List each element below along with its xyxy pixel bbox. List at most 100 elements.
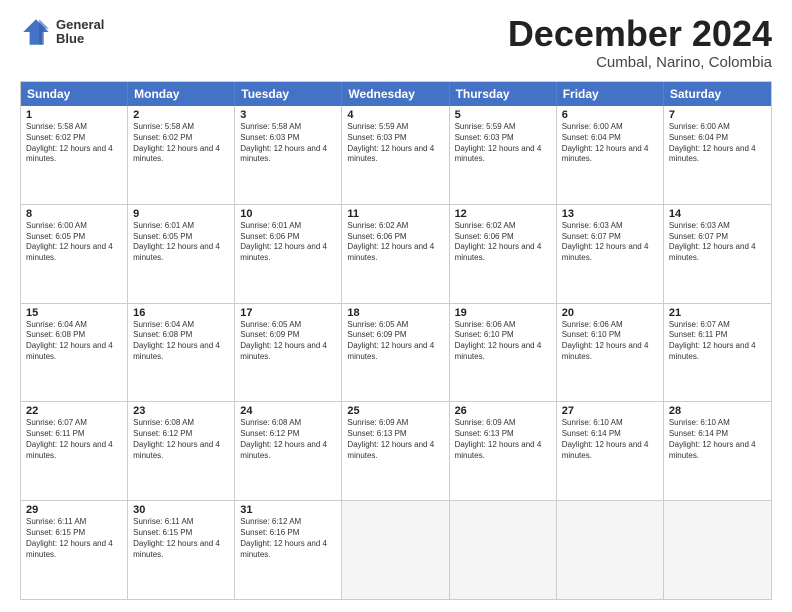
day-number: 8 — [26, 208, 122, 220]
title-block: December 2024 Cumbal, Narino, Colombia — [508, 16, 772, 71]
day-number: 12 — [455, 208, 551, 220]
day-number: 17 — [240, 307, 336, 319]
calendar-cell: 10Sunrise: 6:01 AMSunset: 6:06 PMDayligh… — [235, 205, 342, 303]
cell-info: Sunrise: 5:58 AMSunset: 6:03 PMDaylight:… — [240, 122, 336, 165]
day-number: 27 — [562, 405, 658, 417]
cell-info: Sunrise: 5:59 AMSunset: 6:03 PMDaylight:… — [455, 122, 551, 165]
cell-info: Sunrise: 6:08 AMSunset: 6:12 PMDaylight:… — [240, 418, 336, 461]
calendar-cell: 22Sunrise: 6:07 AMSunset: 6:11 PMDayligh… — [21, 402, 128, 500]
cell-info: Sunrise: 6:02 AMSunset: 6:06 PMDaylight:… — [455, 221, 551, 264]
calendar-row: 22Sunrise: 6:07 AMSunset: 6:11 PMDayligh… — [21, 401, 771, 500]
day-number: 7 — [669, 109, 766, 121]
cell-info: Sunrise: 6:10 AMSunset: 6:14 PMDaylight:… — [562, 418, 658, 461]
logo: General Blue — [20, 16, 104, 48]
weekday-header: Thursday — [450, 82, 557, 106]
calendar-cell: 25Sunrise: 6:09 AMSunset: 6:13 PMDayligh… — [342, 402, 449, 500]
calendar-cell: 2Sunrise: 5:58 AMSunset: 6:02 PMDaylight… — [128, 106, 235, 204]
page: General Blue December 2024 Cumbal, Narin… — [0, 0, 792, 612]
day-number: 16 — [133, 307, 229, 319]
calendar-body: 1Sunrise: 5:58 AMSunset: 6:02 PMDaylight… — [21, 106, 771, 599]
day-number: 5 — [455, 109, 551, 121]
calendar-cell: 28Sunrise: 6:10 AMSunset: 6:14 PMDayligh… — [664, 402, 771, 500]
day-number: 25 — [347, 405, 443, 417]
calendar-cell — [664, 501, 771, 599]
calendar: SundayMondayTuesdayWednesdayThursdayFrid… — [20, 81, 772, 600]
day-number: 20 — [562, 307, 658, 319]
cell-info: Sunrise: 6:04 AMSunset: 6:08 PMDaylight:… — [26, 320, 122, 363]
cell-info: Sunrise: 6:03 AMSunset: 6:07 PMDaylight:… — [562, 221, 658, 264]
calendar-cell — [342, 501, 449, 599]
logo-line2: Blue — [56, 32, 104, 46]
cell-info: Sunrise: 6:09 AMSunset: 6:13 PMDaylight:… — [347, 418, 443, 461]
day-number: 11 — [347, 208, 443, 220]
day-number: 3 — [240, 109, 336, 121]
calendar-cell: 12Sunrise: 6:02 AMSunset: 6:06 PMDayligh… — [450, 205, 557, 303]
cell-info: Sunrise: 6:06 AMSunset: 6:10 PMDaylight:… — [562, 320, 658, 363]
cell-info: Sunrise: 6:01 AMSunset: 6:06 PMDaylight:… — [240, 221, 336, 264]
weekday-header: Friday — [557, 82, 664, 106]
header: General Blue December 2024 Cumbal, Narin… — [20, 16, 772, 71]
calendar-cell: 31Sunrise: 6:12 AMSunset: 6:16 PMDayligh… — [235, 501, 342, 599]
cell-info: Sunrise: 6:03 AMSunset: 6:07 PMDaylight:… — [669, 221, 766, 264]
calendar-cell: 11Sunrise: 6:02 AMSunset: 6:06 PMDayligh… — [342, 205, 449, 303]
calendar-cell: 4Sunrise: 5:59 AMSunset: 6:03 PMDaylight… — [342, 106, 449, 204]
day-number: 22 — [26, 405, 122, 417]
day-number: 15 — [26, 307, 122, 319]
calendar-cell: 20Sunrise: 6:06 AMSunset: 6:10 PMDayligh… — [557, 304, 664, 402]
cell-info: Sunrise: 6:05 AMSunset: 6:09 PMDaylight:… — [240, 320, 336, 363]
day-number: 21 — [669, 307, 766, 319]
weekday-header: Wednesday — [342, 82, 449, 106]
weekday-header: Sunday — [21, 82, 128, 106]
calendar-cell: 9Sunrise: 6:01 AMSunset: 6:05 PMDaylight… — [128, 205, 235, 303]
day-number: 24 — [240, 405, 336, 417]
weekday-header: Tuesday — [235, 82, 342, 106]
calendar-cell: 26Sunrise: 6:09 AMSunset: 6:13 PMDayligh… — [450, 402, 557, 500]
calendar-cell: 29Sunrise: 6:11 AMSunset: 6:15 PMDayligh… — [21, 501, 128, 599]
cell-info: Sunrise: 6:12 AMSunset: 6:16 PMDaylight:… — [240, 517, 336, 560]
cell-info: Sunrise: 6:06 AMSunset: 6:10 PMDaylight:… — [455, 320, 551, 363]
day-number: 18 — [347, 307, 443, 319]
calendar-cell: 27Sunrise: 6:10 AMSunset: 6:14 PMDayligh… — [557, 402, 664, 500]
cell-info: Sunrise: 6:05 AMSunset: 6:09 PMDaylight:… — [347, 320, 443, 363]
logo-text: General Blue — [56, 18, 104, 47]
cell-info: Sunrise: 6:08 AMSunset: 6:12 PMDaylight:… — [133, 418, 229, 461]
calendar-cell: 7Sunrise: 6:00 AMSunset: 6:04 PMDaylight… — [664, 106, 771, 204]
day-number: 13 — [562, 208, 658, 220]
calendar-cell — [450, 501, 557, 599]
day-number: 14 — [669, 208, 766, 220]
cell-info: Sunrise: 6:11 AMSunset: 6:15 PMDaylight:… — [133, 517, 229, 560]
cell-info: Sunrise: 6:04 AMSunset: 6:08 PMDaylight:… — [133, 320, 229, 363]
cell-info: Sunrise: 6:11 AMSunset: 6:15 PMDaylight:… — [26, 517, 122, 560]
logo-line1: General — [56, 18, 104, 32]
calendar-cell — [557, 501, 664, 599]
calendar-header: SundayMondayTuesdayWednesdayThursdayFrid… — [21, 82, 771, 106]
cell-info: Sunrise: 6:01 AMSunset: 6:05 PMDaylight:… — [133, 221, 229, 264]
calendar-cell: 17Sunrise: 6:05 AMSunset: 6:09 PMDayligh… — [235, 304, 342, 402]
cell-info: Sunrise: 6:10 AMSunset: 6:14 PMDaylight:… — [669, 418, 766, 461]
calendar-row: 8Sunrise: 6:00 AMSunset: 6:05 PMDaylight… — [21, 204, 771, 303]
cell-info: Sunrise: 6:00 AMSunset: 6:04 PMDaylight:… — [669, 122, 766, 165]
calendar-cell: 8Sunrise: 6:00 AMSunset: 6:05 PMDaylight… — [21, 205, 128, 303]
cell-info: Sunrise: 6:00 AMSunset: 6:04 PMDaylight:… — [562, 122, 658, 165]
day-number: 19 — [455, 307, 551, 319]
calendar-row: 15Sunrise: 6:04 AMSunset: 6:08 PMDayligh… — [21, 303, 771, 402]
weekday-header: Monday — [128, 82, 235, 106]
cell-info: Sunrise: 6:02 AMSunset: 6:06 PMDaylight:… — [347, 221, 443, 264]
calendar-row: 1Sunrise: 5:58 AMSunset: 6:02 PMDaylight… — [21, 106, 771, 204]
calendar-cell: 14Sunrise: 6:03 AMSunset: 6:07 PMDayligh… — [664, 205, 771, 303]
month-title: December 2024 — [508, 16, 772, 52]
day-number: 26 — [455, 405, 551, 417]
calendar-cell: 18Sunrise: 6:05 AMSunset: 6:09 PMDayligh… — [342, 304, 449, 402]
day-number: 4 — [347, 109, 443, 121]
cell-info: Sunrise: 5:58 AMSunset: 6:02 PMDaylight:… — [26, 122, 122, 165]
calendar-cell: 30Sunrise: 6:11 AMSunset: 6:15 PMDayligh… — [128, 501, 235, 599]
day-number: 29 — [26, 504, 122, 516]
day-number: 30 — [133, 504, 229, 516]
weekday-header: Saturday — [664, 82, 771, 106]
cell-info: Sunrise: 6:07 AMSunset: 6:11 PMDaylight:… — [669, 320, 766, 363]
calendar-cell: 21Sunrise: 6:07 AMSunset: 6:11 PMDayligh… — [664, 304, 771, 402]
day-number: 31 — [240, 504, 336, 516]
day-number: 9 — [133, 208, 229, 220]
calendar-cell: 24Sunrise: 6:08 AMSunset: 6:12 PMDayligh… — [235, 402, 342, 500]
calendar-cell: 19Sunrise: 6:06 AMSunset: 6:10 PMDayligh… — [450, 304, 557, 402]
